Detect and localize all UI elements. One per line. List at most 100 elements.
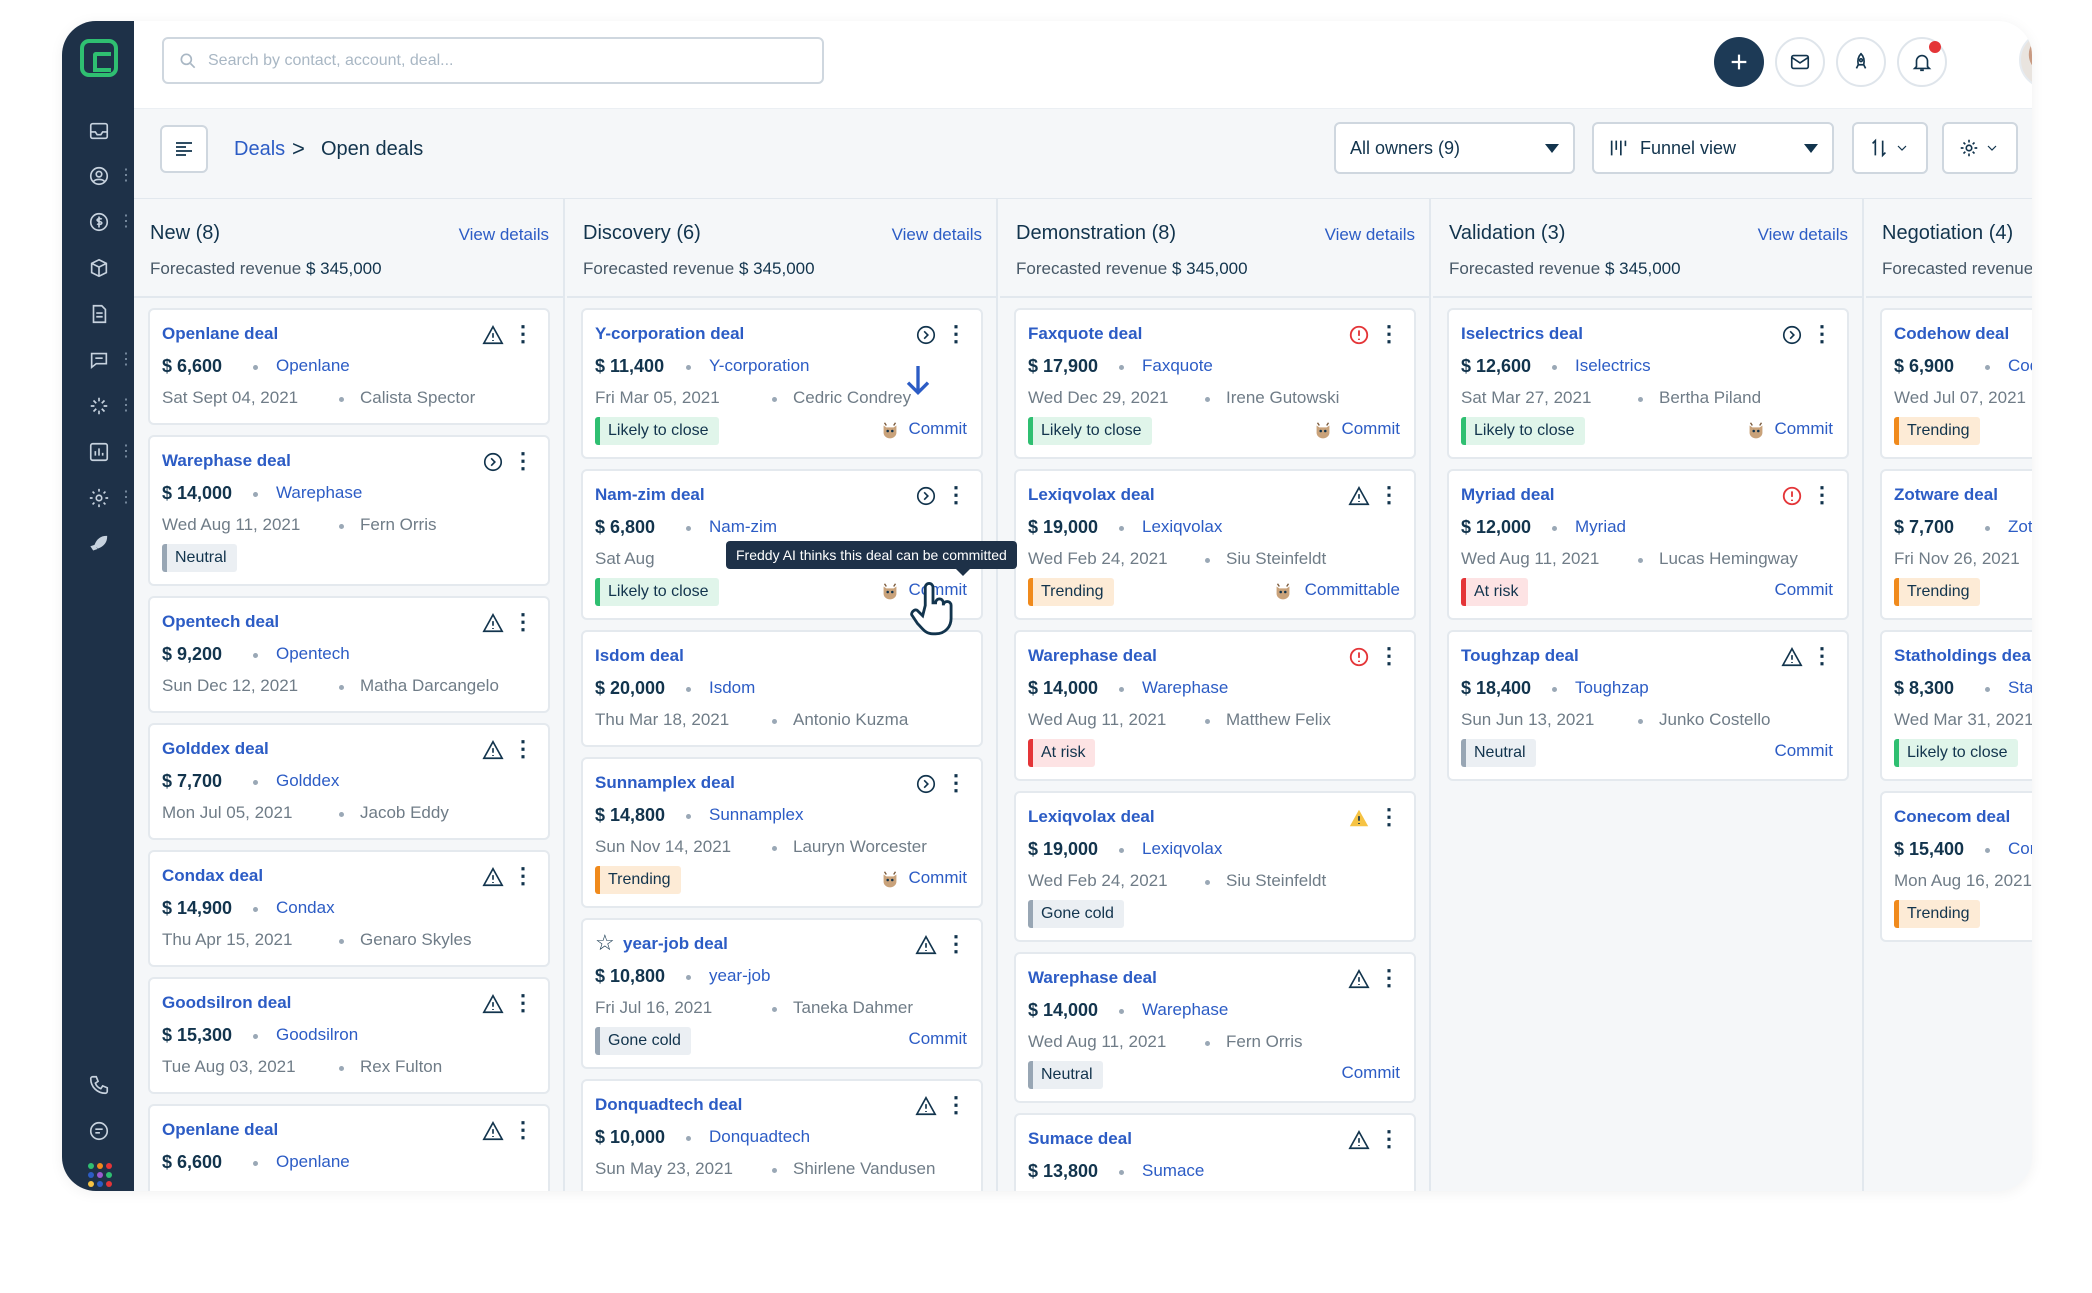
deal-name[interactable]: Openlane deal xyxy=(162,1120,278,1140)
deal-name[interactable]: Lexiqvolax deal xyxy=(1028,485,1155,505)
alert-red-icon[interactable] xyxy=(1781,485,1803,507)
deal-card[interactable]: Openlane deal $ 6,600 Openlane ⋮ xyxy=(148,1104,550,1191)
more-options-icon[interactable]: ⋮ xyxy=(945,482,967,508)
deal-card[interactable]: Zotware deal $ 7,700 Zotwa Fri Nov 26, 2021… xyxy=(1880,469,2032,620)
deal-account[interactable]: Sunnamplex xyxy=(709,805,804,825)
forward-circle-icon[interactable] xyxy=(915,773,937,795)
warning-outline-icon[interactable] xyxy=(1781,646,1803,668)
contacts-icon[interactable] xyxy=(86,163,112,189)
commit-link[interactable]: Commit xyxy=(908,419,967,439)
deal-account[interactable]: Goodsilron xyxy=(276,1025,358,1045)
more-options-icon[interactable]: ⋮ xyxy=(512,736,534,762)
more-options-icon[interactable]: ⋮ xyxy=(1811,643,1833,669)
more-options-icon[interactable]: ⋮ xyxy=(512,1117,534,1143)
deal-card[interactable]: ☆ year-job deal $ 10,800 year-job Fri Jul 16… xyxy=(581,918,983,1069)
deal-name[interactable]: Sunnamplex deal xyxy=(595,773,735,793)
warning-yellow-icon[interactable] xyxy=(1348,807,1370,829)
deal-card[interactable]: Lexiqvolax deal $ 19,000 Lexiqvolax Wed Feb… xyxy=(1014,791,1416,942)
settings-more-icon[interactable] xyxy=(118,487,134,507)
breadcrumb-deals[interactable]: Deals xyxy=(234,138,285,161)
warning-outline-icon[interactable] xyxy=(482,739,504,761)
warning-outline-icon[interactable] xyxy=(915,1095,937,1117)
deal-card[interactable]: Myriad deal $ 12,000 Myriad Wed Aug 11, 202… xyxy=(1447,469,1849,620)
deal-card[interactable]: Opentech deal $ 9,200 Opentech Sun Dec 12, … xyxy=(148,596,550,713)
deal-account[interactable]: Golddex xyxy=(276,771,339,791)
star-icon[interactable]: ☆ xyxy=(595,930,615,956)
deal-account[interactable]: Toughzap xyxy=(1575,678,1649,698)
deal-account[interactable]: Openlane xyxy=(276,356,350,376)
deal-account[interactable]: Faxquote xyxy=(1142,356,1213,376)
more-options-icon[interactable]: ⋮ xyxy=(512,321,534,347)
deal-name[interactable]: Toughzap deal xyxy=(1461,646,1579,666)
deal-card[interactable]: Codehow deal $ 6,900 Codel Wed Jul 07, 2021… xyxy=(1880,308,2032,459)
deal-name[interactable]: Conecom deal xyxy=(1894,807,2010,827)
commit-link[interactable]: Committable xyxy=(1305,580,1400,600)
view-details-link[interactable]: View details xyxy=(459,225,549,245)
deal-account[interactable]: Y-corporation xyxy=(709,356,810,376)
deal-account[interactable]: Warephase xyxy=(1142,1000,1228,1020)
deal-account[interactable]: Warephase xyxy=(1142,678,1228,698)
deal-name[interactable]: year-job deal xyxy=(623,934,728,954)
deal-card[interactable]: Sumace deal$ 13,800SumaceMon Nov 15, 202… xyxy=(1014,1113,1416,1191)
deal-card[interactable]: Conecom deal $ 15,400 Cone Mon Aug 16, 2021… xyxy=(1880,791,2032,942)
warning-outline-icon[interactable] xyxy=(482,1120,504,1142)
more-options-icon[interactable]: ⋮ xyxy=(512,448,534,474)
warning-outline-icon[interactable] xyxy=(482,612,504,634)
warning-outline-icon[interactable] xyxy=(482,993,504,1015)
owners-select[interactable]: All owners (9) xyxy=(1334,122,1575,174)
deal-card[interactable]: Lexiqvolax deal $ 19,000 Lexiqvolax Wed Feb… xyxy=(1014,469,1416,620)
user-avatar[interactable] xyxy=(2019,31,2032,89)
deal-name[interactable]: Isdom deal xyxy=(595,646,684,666)
deal-account[interactable]: Opentech xyxy=(276,644,350,664)
conversations-icon[interactable] xyxy=(86,347,112,373)
notifications-button[interactable] xyxy=(1897,37,1947,87)
forward-circle-icon[interactable] xyxy=(482,451,504,473)
deal-account[interactable]: Stath xyxy=(2008,678,2032,698)
warning-outline-icon[interactable] xyxy=(482,324,504,346)
warning-outline-icon[interactable] xyxy=(482,866,504,888)
deal-account[interactable]: Sumace xyxy=(1142,1161,1204,1181)
commit-link[interactable]: Commit xyxy=(1774,741,1833,761)
more-options-icon[interactable]: ⋮ xyxy=(512,609,534,635)
automation-more-icon[interactable] xyxy=(118,395,134,415)
more-options-icon[interactable]: ⋮ xyxy=(1811,321,1833,347)
warning-outline-icon[interactable] xyxy=(1348,485,1370,507)
apps-grid-icon[interactable] xyxy=(88,1163,112,1187)
warning-outline-icon[interactable] xyxy=(1348,1129,1370,1151)
deal-card[interactable]: Openlane deal $ 6,600 Openlane Sat Sept 04,… xyxy=(148,308,550,425)
more-options-icon[interactable]: ⋮ xyxy=(1811,482,1833,508)
deal-card[interactable]: Warephase deal $ 14,000 Warephase Wed Aug 1… xyxy=(148,435,550,586)
deal-name[interactable]: Myriad deal xyxy=(1461,485,1555,505)
deal-name[interactable]: Openlane deal xyxy=(162,324,278,344)
forward-circle-icon[interactable] xyxy=(1781,324,1803,346)
conversations-more-icon[interactable] xyxy=(118,349,134,369)
deal-card[interactable]: Warephase deal $ 14,000 Warephase Wed Aug 1… xyxy=(1014,630,1416,781)
app-logo[interactable] xyxy=(80,39,118,77)
search-input[interactable] xyxy=(208,51,768,70)
commit-link[interactable]: Commit xyxy=(1774,580,1833,600)
deal-card[interactable]: Goodsilron deal $ 15,300 Goodsilron Tue Aug… xyxy=(148,977,550,1094)
settings-button[interactable] xyxy=(1942,122,2018,174)
deal-card[interactable]: Toughzap deal $ 18,400 Toughzap Sun Jun 13,… xyxy=(1447,630,1849,781)
more-options-icon[interactable]: ⋮ xyxy=(945,1092,967,1118)
search-box[interactable] xyxy=(162,37,824,84)
deal-name[interactable]: Statholdings deal xyxy=(1894,646,2032,666)
products-icon[interactable] xyxy=(86,255,112,281)
deal-account[interactable]: Iselectrics xyxy=(1575,356,1651,376)
deal-name[interactable]: Sumace deal xyxy=(1028,1129,1132,1149)
deal-name[interactable]: Codehow deal xyxy=(1894,324,2009,344)
automation-icon[interactable] xyxy=(86,393,112,419)
more-options-icon[interactable]: ⋮ xyxy=(1378,321,1400,347)
commit-link[interactable]: Commit xyxy=(1341,1063,1400,1083)
deal-account[interactable]: Lexiqvolax xyxy=(1142,839,1222,859)
deals-icon[interactable] xyxy=(86,209,112,235)
forward-circle-icon[interactable] xyxy=(915,324,937,346)
view-details-link[interactable]: View details xyxy=(892,225,982,245)
deal-card[interactable]: Isdom deal $ 20,000 Isdom Thu Mar 18, 2021 A… xyxy=(581,630,983,747)
deal-account[interactable]: Openlane xyxy=(276,1152,350,1172)
deal-account[interactable]: year-job xyxy=(709,966,770,986)
deal-name[interactable]: Goodsilron deal xyxy=(162,993,291,1013)
deal-card[interactable]: Donquadtech deal $ 10,000 Donquadtech Sun M… xyxy=(581,1079,983,1191)
more-options-icon[interactable]: ⋮ xyxy=(1378,643,1400,669)
more-options-icon[interactable]: ⋮ xyxy=(945,321,967,347)
